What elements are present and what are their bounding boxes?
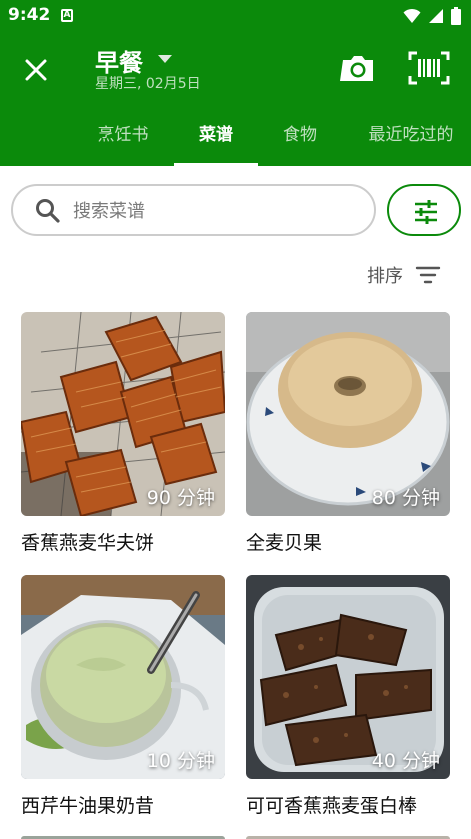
recipe-card[interactable]: 90 分钟 香蕉燕麦华夫饼 xyxy=(21,312,225,555)
tab-recipes[interactable]: 菜谱 xyxy=(174,120,258,166)
app-bar: 早餐 星期三, 02月5日 烹饪书 菜谱 食物 最近吃过的 xyxy=(0,32,471,166)
search-icon xyxy=(36,199,60,223)
sort-control[interactable]: 排序 xyxy=(367,261,441,289)
recipe-duration: 90 分钟 xyxy=(146,487,215,509)
sort-icon[interactable] xyxy=(415,265,441,285)
recipe-photo-waffles[interactable]: 90 分钟 xyxy=(21,312,225,516)
recipe-name[interactable]: 可可香蕉燕麦蛋白棒 xyxy=(246,791,450,818)
status-bar: 9:42 A xyxy=(0,0,471,32)
search-input[interactable] xyxy=(73,196,363,226)
notification-icon: A xyxy=(61,9,73,22)
recipe-duration: 10 分钟 xyxy=(146,750,215,772)
system-icons xyxy=(403,7,461,25)
recipe-duration: 40 分钟 xyxy=(371,750,440,772)
recipe-name[interactable]: 香蕉燕麦华夫饼 xyxy=(21,528,225,555)
tab-foods[interactable]: 食物 xyxy=(268,120,332,166)
wifi-icon xyxy=(403,8,421,23)
recipe-photo-bagel[interactable]: 80 分钟 xyxy=(246,312,450,516)
recipe-card[interactable]: 80 分钟 全麦贝果 xyxy=(246,312,450,555)
sort-label[interactable]: 排序 xyxy=(367,262,403,288)
chevron-down-icon[interactable] xyxy=(158,55,172,63)
search-box[interactable] xyxy=(11,184,376,236)
filter-button[interactable] xyxy=(387,184,461,236)
recipe-duration: 80 分钟 xyxy=(371,487,440,509)
close-icon[interactable] xyxy=(22,56,50,84)
sliders-icon xyxy=(415,200,437,224)
recipe-photo-smoothie[interactable]: 10 分钟 xyxy=(21,575,225,779)
tab-bar: 烹饪书 菜谱 食物 最近吃过的 xyxy=(0,120,471,166)
camera-icon[interactable] xyxy=(340,52,376,84)
recipe-photo-protein-bars[interactable]: 40 分钟 xyxy=(246,575,450,779)
tab-cookbooks[interactable]: 烹饪书 xyxy=(82,120,164,166)
date-subtitle: 星期三, 02月5日 xyxy=(95,76,201,92)
barcode-icon[interactable] xyxy=(408,51,450,85)
recipe-name[interactable]: 全麦贝果 xyxy=(246,528,450,555)
signal-icon xyxy=(429,9,443,23)
tab-recent[interactable]: 最近吃过的 xyxy=(358,120,464,166)
recipe-name[interactable]: 西芹牛油果奶昔 xyxy=(21,791,225,818)
battery-icon xyxy=(451,7,461,25)
recipe-card[interactable]: 10 分钟 西芹牛油果奶昔 xyxy=(21,575,225,818)
status-time: 9:42 xyxy=(8,5,51,25)
recipe-card[interactable]: 40 分钟 可可香蕉燕麦蛋白棒 xyxy=(246,575,450,818)
